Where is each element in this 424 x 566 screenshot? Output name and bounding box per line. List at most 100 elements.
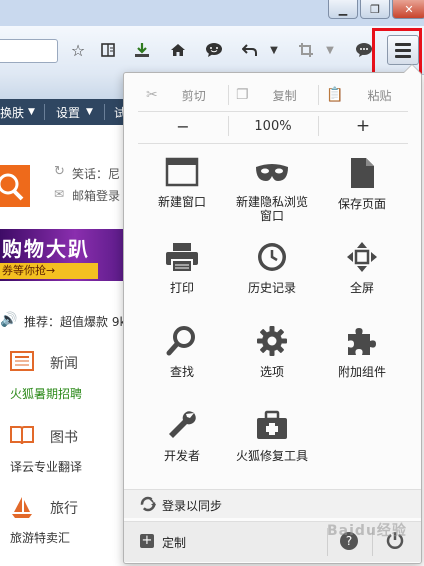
customize-label: 定制 — [162, 536, 187, 550]
bookmark-divider — [44, 104, 45, 120]
mask-icon — [256, 164, 288, 181]
repair-tool-button[interactable]: 火狐修复工具 — [226, 403, 318, 483]
fullscreen-icon — [347, 242, 377, 272]
undo-icon[interactable] — [238, 38, 262, 62]
mail-icon: ✉ — [54, 187, 65, 201]
refresh-icon[interactable]: ↻ — [54, 164, 65, 179]
gear-icon — [257, 326, 287, 356]
options-button[interactable]: 选项 — [226, 319, 318, 399]
new-private-window-button[interactable]: 新建隐私浏览窗口 — [226, 151, 318, 231]
download-icon[interactable] — [130, 38, 154, 62]
copy-label: 复制 — [272, 88, 297, 103]
cut-button[interactable]: ✂ 剪切 — [146, 83, 226, 107]
chat-icon[interactable] — [202, 38, 226, 62]
bookmark-skin[interactable]: 换肤 — [0, 104, 24, 121]
home-icon[interactable] — [166, 38, 190, 62]
crop-icon[interactable] — [294, 38, 318, 62]
clock-icon — [258, 243, 286, 271]
page-content: ↻ 笑话：尼 ✉ 邮箱登录 购物大趴 券等你抢→ 🔊 推荐：超值爆款 9k 新闻… — [0, 125, 125, 566]
zoom-in-button[interactable]: + — [318, 113, 408, 139]
new-window-label: 新建窗口 — [157, 195, 206, 209]
addons-button[interactable]: 附加组件 — [316, 319, 408, 399]
title-bar: ▁ ❐ ✕ — [0, 0, 424, 26]
reading-list-icon[interactable] — [96, 38, 120, 62]
bookmark-divider — [104, 104, 105, 120]
fullscreen-button[interactable]: 全屏 — [316, 235, 408, 315]
bookmark-settings-dropdown-icon[interactable]: ▼ — [86, 107, 93, 117]
menu-bar-line — [395, 54, 411, 58]
edit-divider — [318, 85, 319, 105]
menu-bar-line — [395, 48, 411, 52]
sync-label: 登录以同步 — [162, 499, 223, 513]
message-icon[interactable] — [352, 38, 376, 62]
news-sublink[interactable]: 火狐暑期招聘 — [10, 385, 82, 402]
history-button[interactable]: 历史记录 — [226, 235, 318, 315]
zoom-controls: − 100% + — [124, 113, 421, 139]
recommend-text[interactable]: 推荐：超值爆款 9k — [24, 313, 125, 330]
travel-sublink[interactable]: 旅游特卖汇 — [10, 529, 70, 546]
paste-label: 粘贴 — [367, 88, 392, 103]
url-input[interactable] — [0, 39, 58, 63]
addons-label: 附加组件 — [337, 365, 386, 379]
zoom-reset-button[interactable]: 100% — [228, 113, 318, 139]
restore-button[interactable]: ❐ — [360, 0, 390, 19]
toolbar-strip — [0, 74, 125, 99]
copy-button[interactable]: ❐ 复制 — [236, 83, 316, 107]
find-label: 查找 — [169, 365, 194, 379]
save-page-button[interactable]: 保存页面 — [316, 151, 408, 231]
history-label: 历史记录 — [247, 281, 296, 295]
search-button[interactable] — [0, 165, 30, 207]
bookmark-skin-dropdown-icon[interactable]: ▼ — [28, 107, 35, 117]
bookmark-settings[interactable]: 设置 — [56, 104, 80, 121]
clipboard-icon: 📋 — [326, 87, 344, 103]
watermark-text: Baidu经验 — [327, 523, 407, 539]
wrench-icon — [169, 411, 196, 438]
category-news[interactable]: 新闻 — [50, 353, 78, 373]
mail-login-link[interactable]: 邮箱登录 — [72, 187, 120, 204]
panel-arrow — [403, 64, 421, 73]
sync-footer[interactable]: 登录以同步 — [124, 489, 421, 518]
new-private-window-label: 新建隐私浏览窗口 — [235, 195, 308, 223]
toolbox-icon — [257, 410, 287, 439]
minimize-button[interactable]: ▁ — [328, 0, 358, 19]
puzzle-icon — [348, 328, 376, 355]
new-window-button[interactable]: 新建窗口 — [136, 151, 228, 231]
category-travel[interactable]: 旅行 — [50, 498, 78, 518]
open-menu-button[interactable] — [387, 35, 419, 65]
find-button[interactable]: 查找 — [136, 319, 228, 399]
nav-toolbar: ☆ ▼ ▼ — [0, 26, 424, 75]
fullscreen-label: 全屏 — [349, 281, 374, 295]
bookmarks-toolbar: 换肤 ▼ 设置 ▼ 试 — [0, 99, 126, 125]
paste-button[interactable]: 📋 粘贴 — [326, 83, 406, 107]
print-button[interactable]: 打印 — [136, 235, 228, 315]
books-sublink[interactable]: 译云专业翻译 — [10, 458, 82, 475]
printer-icon — [166, 243, 198, 273]
developer-button[interactable]: 开发者 — [136, 403, 228, 483]
print-label: 打印 — [169, 281, 194, 295]
promo-title: 购物大趴 — [2, 237, 90, 261]
options-label: 选项 — [259, 365, 284, 379]
zoom-out-button[interactable]: − — [138, 113, 228, 139]
sync-icon — [140, 496, 156, 512]
plus-square-icon: + — [140, 533, 154, 548]
crop-dropdown-icon[interactable]: ▼ — [318, 38, 342, 62]
firefox-menu-panel: ✂ 剪切 ❐ 复制 📋 粘贴 − 100% + 新建窗口 新建隐私浏览窗口 保存… — [123, 64, 422, 564]
sailboat-icon — [10, 495, 34, 522]
edit-controls: ✂ 剪切 ❐ 复制 📋 粘贴 — [124, 83, 421, 107]
speaker-icon: 🔊 — [0, 312, 18, 328]
menu-bar-line — [395, 42, 411, 46]
promo-subtitle: 券等你抢→ — [0, 263, 98, 279]
promo-banner[interactable]: 购物大趴 券等你抢→ — [0, 229, 125, 281]
joke-link[interactable]: 笑话：尼 — [72, 165, 120, 182]
category-books[interactable]: 图书 — [50, 427, 78, 447]
page-icon — [351, 158, 374, 188]
panel-divider — [138, 111, 408, 112]
customize-button[interactable]: + 定制 — [138, 532, 248, 552]
copy-icon: ❐ — [236, 87, 249, 103]
close-button[interactable]: ✕ — [392, 0, 424, 19]
bookmark-star-icon[interactable]: ☆ — [66, 38, 90, 62]
undo-dropdown-icon[interactable]: ▼ — [262, 38, 286, 62]
developer-label: 开发者 — [163, 449, 200, 463]
magnifier-icon — [166, 326, 195, 356]
scissors-icon: ✂ — [146, 87, 158, 103]
